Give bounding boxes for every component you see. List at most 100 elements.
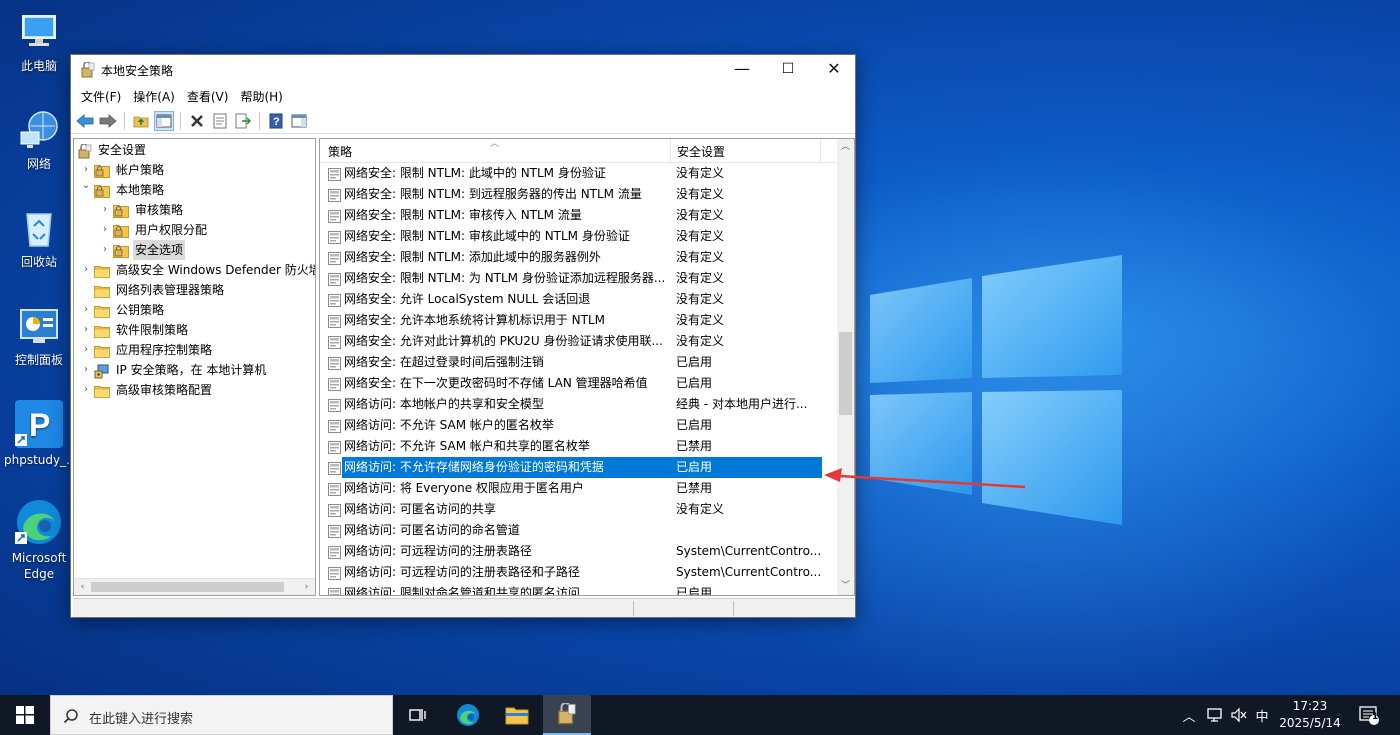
chevron-down-icon[interactable]: ⌄ bbox=[80, 180, 92, 200]
scrollbar-thumb[interactable] bbox=[839, 332, 852, 415]
scroll-left-arrow-icon[interactable]: ‹ bbox=[74, 579, 91, 595]
tree-item-user-rights-assignment[interactable]: › 用户权限分配 bbox=[99, 220, 209, 240]
tree-item-advanced-audit-policy[interactable]: › 高级审核策略配置 bbox=[80, 380, 214, 400]
menu-action[interactable]: 操作(A) bbox=[127, 88, 181, 105]
scroll-right-arrow-icon[interactable]: › bbox=[298, 579, 315, 595]
desktop-icon-control-panel[interactable]: 控制面板 bbox=[4, 304, 74, 368]
back-arrow-icon[interactable] bbox=[75, 111, 95, 131]
task-view-button[interactable] bbox=[394, 695, 442, 735]
volume-muted-icon[interactable] bbox=[1228, 695, 1250, 735]
chevron-right-icon[interactable]: › bbox=[80, 160, 92, 180]
policy-name: 网络安全: 在超过登录时间后强制注销 bbox=[344, 355, 544, 369]
column-header-policy[interactable]: 策略 bbox=[328, 143, 352, 160]
chevron-right-icon[interactable]: › bbox=[80, 380, 92, 400]
scroll-up-arrow-icon[interactable]: ︿ bbox=[837, 139, 854, 156]
tree-item-public-key-policies[interactable]: › 公钥策略 bbox=[80, 300, 166, 320]
chevron-right-icon[interactable]: › bbox=[80, 300, 92, 320]
policy-row[interactable]: 网络访问: 可远程访问的注册表路径和子路径 System\CurrentContr… bbox=[320, 562, 839, 583]
chevron-right-icon[interactable]: › bbox=[99, 200, 111, 220]
policy-row[interactable]: 网络安全: 允许本地系统将计算机标识用于 NTLM 没有定义 bbox=[320, 310, 839, 331]
policy-row[interactable]: 网络安全: 限制 NTLM: 此域中的 NTLM 身份验证 没有定义 bbox=[320, 163, 839, 184]
policy-row[interactable]: 网络安全: 在超过登录时间后强制注销 已启用 bbox=[320, 352, 839, 373]
tree-item-account-policies[interactable]: › 帐户策略 bbox=[80, 160, 166, 180]
delete-icon[interactable] bbox=[187, 111, 207, 131]
chevron-right-icon[interactable]: › bbox=[99, 220, 111, 240]
policy-row[interactable]: 网络安全: 允许对此计算机的 PKU2U 身份验证请求使用联... 没有定义 bbox=[320, 331, 839, 352]
policy-row[interactable]: 网络安全: 限制 NTLM: 到远程服务器的传出 NTLM 流量 没有定义 bbox=[320, 184, 839, 205]
vertical-scrollbar[interactable]: ︿ ﹀ bbox=[837, 139, 854, 595]
menu-view[interactable]: 查看(V) bbox=[181, 88, 235, 105]
minimize-button[interactable]: — bbox=[719, 55, 765, 85]
policy-row[interactable]: 网络访问: 限制对命名管道和共享的匿名访问 已启用 bbox=[320, 583, 839, 595]
policy-row[interactable]: 网络访问: 不允许 SAM 帐户的匿名枚举 已启用 bbox=[320, 415, 839, 436]
menu-help[interactable]: 帮助(H) bbox=[234, 88, 288, 105]
desktop-icon-recycle-bin[interactable]: 回收站 bbox=[4, 206, 74, 270]
column-divider[interactable] bbox=[670, 139, 671, 163]
taskbar-search[interactable]: 在此键入进行搜索 bbox=[50, 695, 393, 735]
export-list-icon[interactable] bbox=[233, 111, 253, 131]
action-pane-icon[interactable] bbox=[289, 111, 309, 131]
taskbar-security-policy[interactable] bbox=[543, 695, 591, 735]
notification-center-button[interactable]: 1 bbox=[1352, 695, 1386, 735]
tree-item-audit-policy[interactable]: › 审核策略 bbox=[99, 200, 185, 220]
desktop-icon-computer[interactable]: 此电脑 bbox=[4, 10, 74, 74]
tree-item-software-restriction-policies[interactable]: › 软件限制策略 bbox=[80, 320, 190, 340]
policy-row[interactable]: 网络访问: 可匿名访问的命名管道 bbox=[320, 520, 839, 541]
policy-row[interactable]: 网络安全: 限制 NTLM: 为 NTLM 身份验证添加远程服务器... 没有定义 bbox=[320, 268, 839, 289]
taskbar-edge[interactable] bbox=[444, 695, 492, 735]
tree-item-application-control-policies[interactable]: › 应用程序控制策略 bbox=[80, 340, 214, 360]
column-header-setting[interactable]: 安全设置 bbox=[677, 143, 725, 160]
tree-label: 应用程序控制策略 bbox=[116, 343, 213, 357]
desktop-icon-network[interactable]: 网络 bbox=[4, 108, 74, 172]
show-hidden-icons[interactable]: ︿ bbox=[1178, 695, 1200, 735]
policy-row[interactable]: 网络访问: 本地帐户的共享和安全模型 经典 - 对本地用户进行... bbox=[320, 394, 839, 415]
policy-row[interactable]: 网络访问: 不允许 SAM 帐户和共享的匿名枚举 已禁用 bbox=[320, 436, 839, 457]
policy-row[interactable]: 网络安全: 限制 NTLM: 审核此域中的 NTLM 身份验证 没有定义 bbox=[320, 226, 839, 247]
folder-icon bbox=[94, 384, 110, 398]
tree-item-local-policies[interactable]: ⌄ 本地策略 bbox=[80, 180, 166, 200]
horizontal-scrollbar[interactable]: ‹ › bbox=[74, 578, 315, 595]
policy-row[interactable]: 网络安全: 允许 LocalSystem NULL 会话回退 没有定义 bbox=[320, 289, 839, 310]
policy-row[interactable]: 网络访问: 将 Everyone 权限应用于匿名用户 已禁用 bbox=[320, 478, 839, 499]
scroll-down-arrow-icon[interactable]: ﹀ bbox=[837, 578, 854, 595]
chevron-right-icon[interactable]: › bbox=[99, 240, 111, 260]
policy-setting: System\CurrentContro... bbox=[676, 544, 822, 558]
network-status-icon[interactable] bbox=[1203, 695, 1227, 735]
policy-row[interactable]: 网络访问: 不允许存储网络身份验证的密码和凭据 已启用 bbox=[320, 457, 839, 478]
show-hide-tree-icon[interactable] bbox=[154, 110, 174, 131]
desktop-icon-edge[interactable]: Microsoft Edge bbox=[4, 498, 74, 582]
tree-root[interactable]: 安全设置 bbox=[78, 140, 148, 160]
title-bar[interactable]: 本地安全策略 — ☐ ✕ bbox=[71, 55, 855, 85]
policy-setting: 已启用 bbox=[676, 418, 713, 432]
tree-item-windows-defender-firewall[interactable]: › 高级安全 Windows Defender 防火墙 bbox=[80, 260, 315, 280]
tree-item-network-list-manager-policies[interactable]: 网络列表管理器策略 bbox=[80, 280, 226, 300]
policy-row[interactable]: 网络安全: 限制 NTLM: 审核传入 NTLM 流量 没有定义 bbox=[320, 205, 839, 226]
forward-arrow-icon[interactable] bbox=[98, 111, 118, 131]
chevron-right-icon[interactable]: › bbox=[80, 320, 92, 340]
properties-icon[interactable] bbox=[210, 111, 230, 131]
help-icon[interactable]: ? bbox=[266, 111, 286, 131]
tree-item-security-options[interactable]: › 安全选项 bbox=[99, 240, 186, 260]
taskbar-file-explorer[interactable] bbox=[493, 695, 541, 735]
policy-row[interactable]: 网络访问: 可远程访问的注册表路径 System\CurrentContro... bbox=[320, 541, 839, 562]
policy-row[interactable]: 网络安全: 在下一次更改密码时不存储 LAN 管理器哈希值 已启用 bbox=[320, 373, 839, 394]
start-button[interactable] bbox=[0, 695, 50, 735]
clock[interactable]: 17:23 2025/5/14 bbox=[1270, 698, 1350, 732]
column-divider[interactable] bbox=[820, 139, 821, 163]
chevron-right-icon[interactable]: › bbox=[80, 340, 92, 360]
tree-item-ip-security-policies[interactable]: › IP 安全策略，在 本地计算机 bbox=[80, 360, 268, 380]
scrollbar-thumb[interactable] bbox=[91, 582, 284, 592]
maximize-button[interactable]: ☐ bbox=[765, 55, 811, 85]
policy-row[interactable]: 网络访问: 可匿名访问的共享 没有定义 bbox=[320, 499, 839, 520]
chevron-right-icon[interactable]: › bbox=[80, 360, 92, 380]
policy-setting: 没有定义 bbox=[676, 502, 725, 516]
policy-name: 网络安全: 限制 NTLM: 为 NTLM 身份验证添加远程服务器... bbox=[344, 271, 666, 285]
policy-name: 网络安全: 允许 LocalSystem NULL 会话回退 bbox=[344, 292, 591, 306]
close-button[interactable]: ✕ bbox=[811, 55, 857, 85]
desktop-icon-phpstudy[interactable]: P phpstudy_... bbox=[4, 400, 78, 468]
policy-setting: 没有定义 bbox=[676, 250, 725, 264]
menu-file[interactable]: 文件(F) bbox=[75, 88, 127, 105]
policy-row[interactable]: 网络安全: 限制 NTLM: 添加此域中的服务器例外 没有定义 bbox=[320, 247, 839, 268]
chevron-right-icon[interactable]: › bbox=[80, 260, 92, 280]
up-folder-icon[interactable] bbox=[131, 111, 151, 131]
